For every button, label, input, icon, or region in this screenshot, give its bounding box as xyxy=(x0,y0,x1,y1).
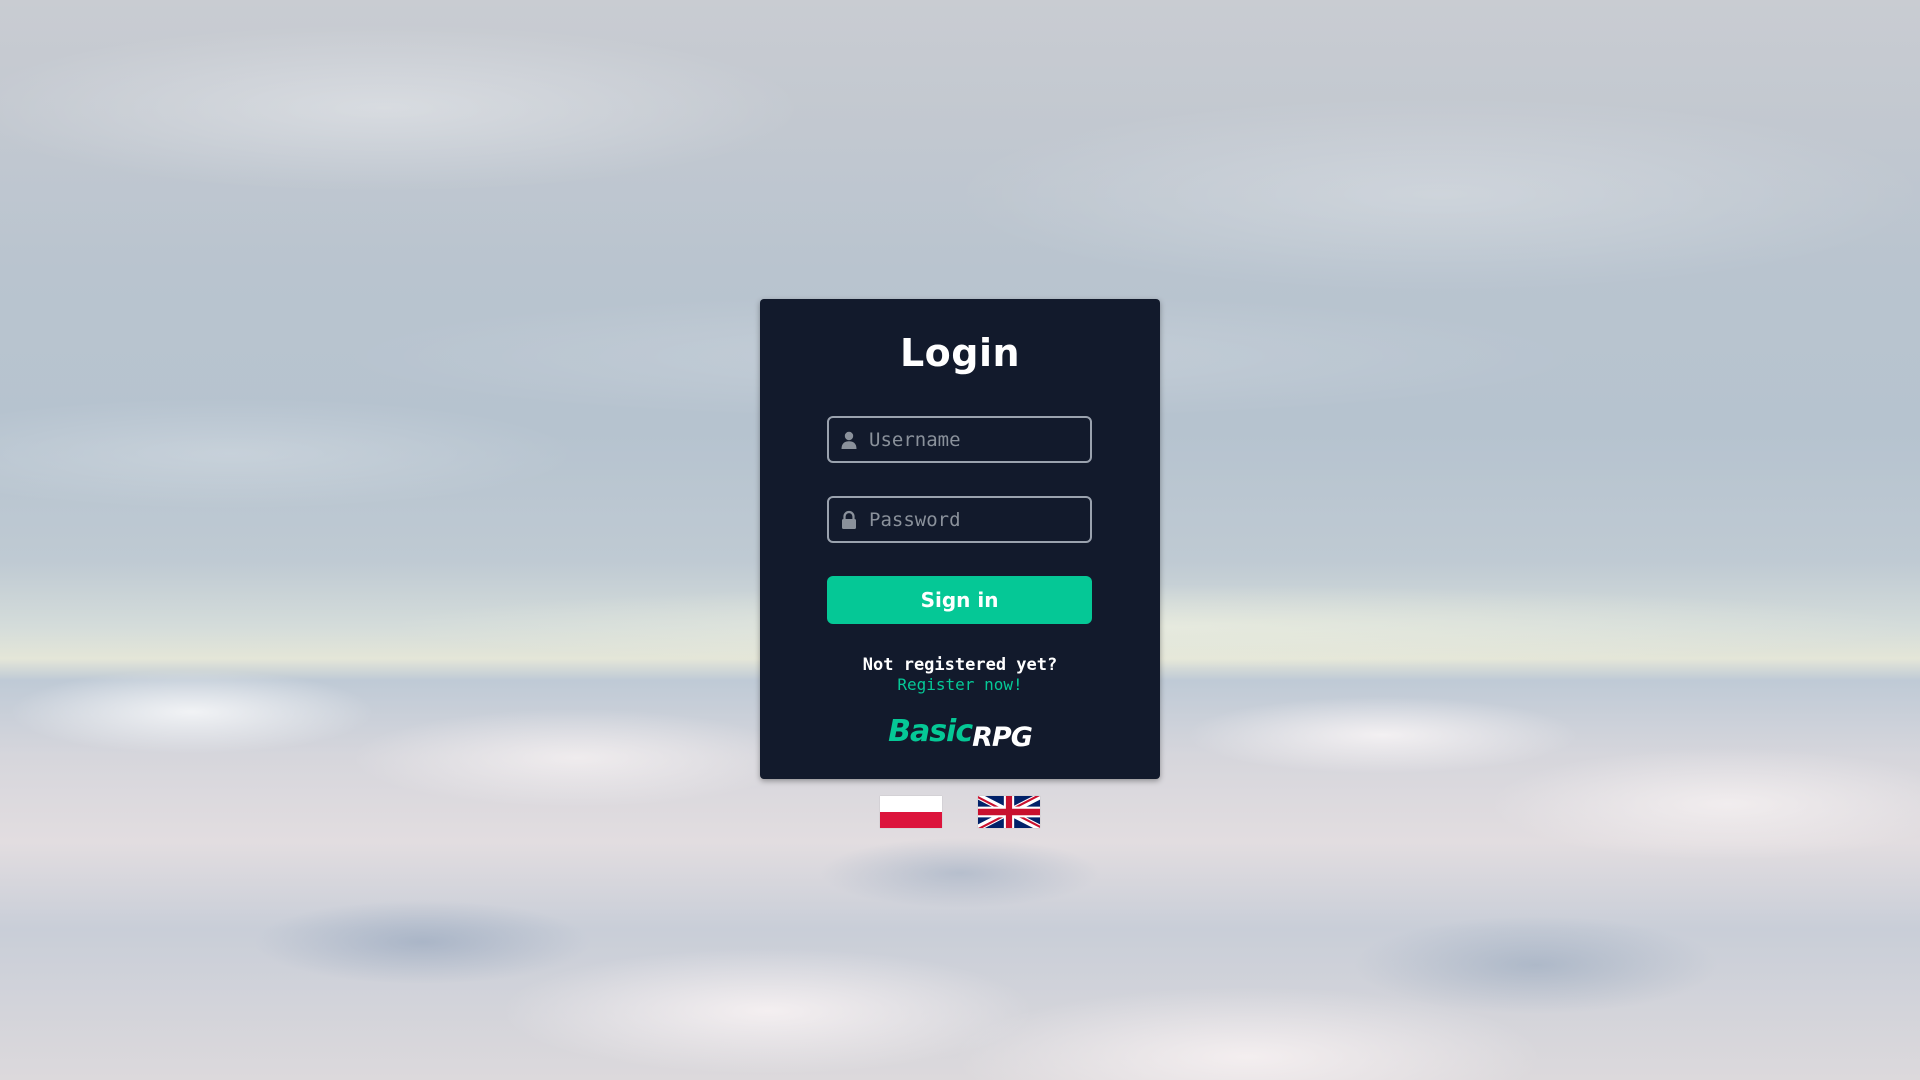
brand-logo-rpg: RPG xyxy=(972,722,1033,753)
brand-logo: BasicRPG xyxy=(760,714,1160,753)
password-input[interactable] xyxy=(869,498,1084,541)
brand-logo-basic: Basic xyxy=(888,714,973,749)
page-title: Login xyxy=(899,331,1021,375)
login-panel: Login Sign in Not registered yet? Regist… xyxy=(760,299,1160,779)
username-input[interactable] xyxy=(869,418,1084,461)
username-field[interactable] xyxy=(827,416,1092,463)
uk-flag-icon[interactable] xyxy=(978,796,1040,828)
register-link[interactable]: Register now! xyxy=(760,675,1160,694)
sign-in-button[interactable]: Sign in xyxy=(827,576,1092,624)
poland-flag-icon[interactable] xyxy=(880,796,942,828)
user-icon xyxy=(839,430,859,450)
not-registered-text: Not registered yet? xyxy=(862,655,1058,675)
password-field[interactable] xyxy=(827,496,1092,543)
lock-icon xyxy=(839,510,859,530)
